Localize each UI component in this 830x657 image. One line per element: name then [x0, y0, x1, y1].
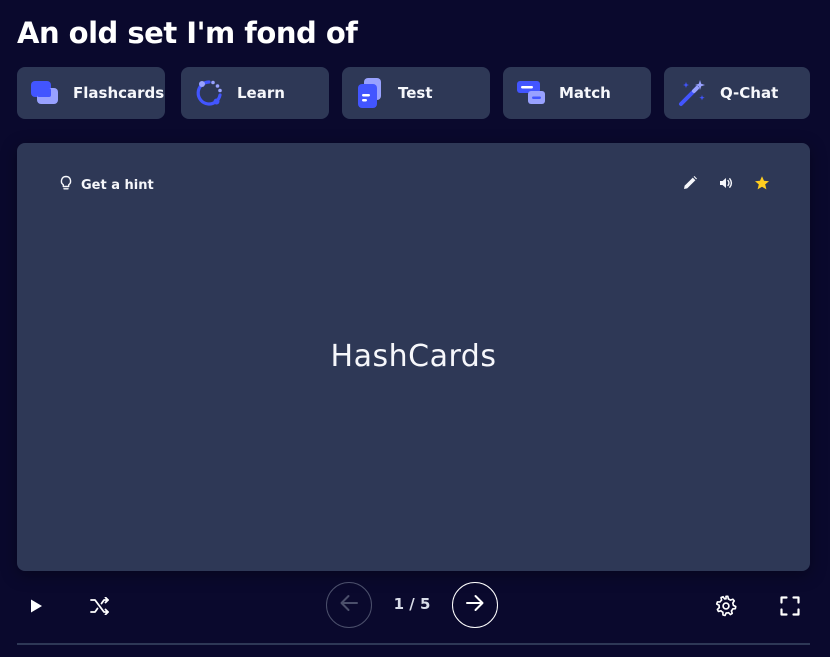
- mode-qchat-label: Q-Chat: [720, 84, 779, 102]
- audio-speaker-icon[interactable]: [716, 173, 736, 193]
- study-modes-bar: Flashcards Learn Test Match Q-Chat: [17, 67, 810, 119]
- fullscreen-icon[interactable]: [774, 590, 806, 622]
- shuffle-icon[interactable]: [84, 590, 116, 622]
- star-icon[interactable]: [752, 173, 772, 193]
- card-term: HashCards: [330, 339, 497, 374]
- mode-learn-button[interactable]: Learn: [181, 67, 329, 119]
- mode-learn-label: Learn: [237, 84, 285, 102]
- mode-test-button[interactable]: Test: [342, 67, 490, 119]
- mode-match-button[interactable]: Match: [503, 67, 651, 119]
- flashcards-icon: [29, 77, 61, 109]
- mode-match-label: Match: [559, 84, 611, 102]
- flashcard-controls: 1 / 5: [17, 582, 810, 632]
- progress-divider: [17, 643, 810, 645]
- learn-icon: [193, 77, 225, 109]
- arrow-left-icon: [338, 592, 360, 618]
- lightbulb-icon: [59, 175, 73, 195]
- next-card-button[interactable]: [452, 582, 498, 628]
- get-hint-button[interactable]: Get a hint: [59, 175, 154, 195]
- card-counter: 1 / 5: [393, 595, 431, 613]
- mode-qchat-button[interactable]: Q-Chat: [664, 67, 810, 119]
- card-toolbar: [680, 173, 772, 193]
- set-title: An old set I'm fond of: [17, 16, 358, 50]
- get-hint-label: Get a hint: [81, 177, 154, 193]
- settings-gear-icon[interactable]: [710, 590, 742, 622]
- test-icon: [354, 77, 386, 109]
- play-icon[interactable]: [20, 590, 52, 622]
- edit-pencil-icon[interactable]: [680, 173, 700, 193]
- arrow-right-icon: [464, 592, 486, 618]
- mode-test-label: Test: [398, 84, 433, 102]
- magic-wand-icon: [676, 77, 708, 109]
- previous-card-button[interactable]: [326, 582, 372, 628]
- mode-flashcards-button[interactable]: Flashcards: [17, 67, 165, 119]
- flashcard[interactable]: Get a hint HashCards: [17, 143, 810, 571]
- mode-flashcards-label: Flashcards: [73, 84, 165, 102]
- match-icon: [515, 77, 547, 109]
